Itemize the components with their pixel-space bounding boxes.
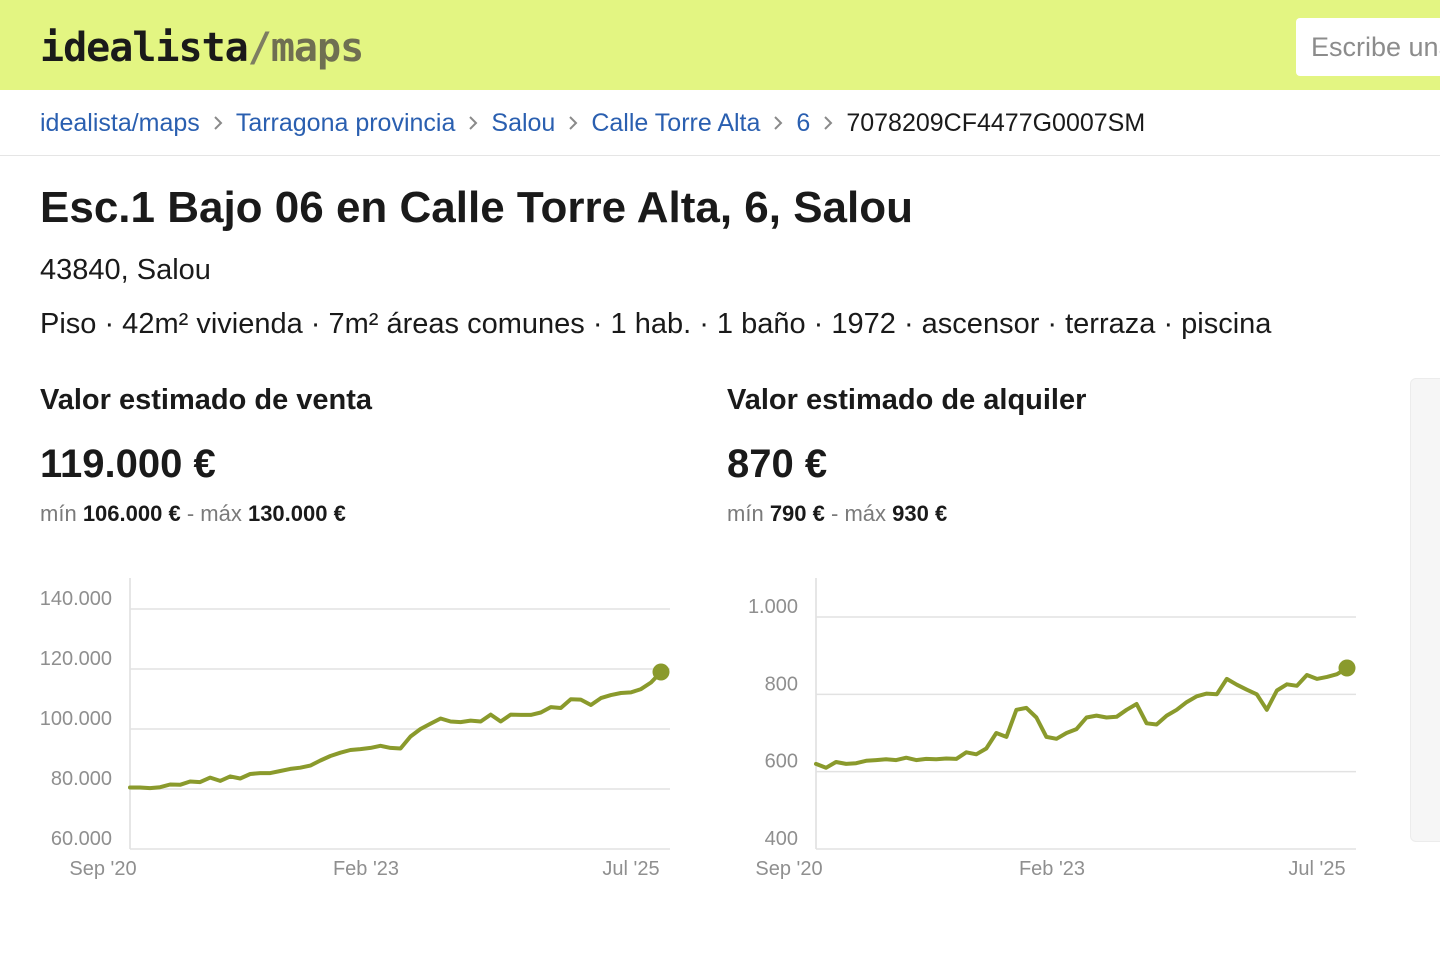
breadcrumb-current-cadastral-ref: 7078209CF4477G0007SM: [846, 108, 1146, 137]
property-address: 43840, Salou: [40, 254, 211, 286]
property-features: Piso · 42m² vivienda · 7m² áreas comunes…: [40, 308, 1272, 340]
rent-value-line: [814, 666, 1349, 770]
sale-x-tick-label: Feb '23: [333, 858, 399, 880]
sale-min-value: 106.000 €: [82, 501, 181, 526]
sale-y-tick-label: 60.000: [51, 828, 112, 850]
rent-x-tick-label: Jul '25: [1288, 858, 1345, 880]
logo-slash: /: [247, 25, 272, 71]
sale-price: 119.000 €: [40, 442, 216, 486]
side-panel: [1410, 378, 1440, 842]
chevron-right-icon: [555, 116, 591, 130]
rent-y-tick-label: 800: [765, 673, 798, 695]
sale-x-tick-label: Sep '20: [69, 858, 136, 880]
logo-product: maps: [270, 25, 364, 71]
breadcrumb-link-idealista-maps[interactable]: idealista/maps: [40, 109, 200, 138]
breadcrumb-link-number[interactable]: 6: [796, 109, 810, 138]
sale-y-tick-label: 140.000: [40, 588, 112, 610]
sale-range-dash: -: [186, 501, 195, 526]
rent-x-tick-label: Sep '20: [755, 858, 822, 880]
sale-range: mín 106.000 € - máx 130.000 €: [40, 499, 346, 529]
rent-min-label: mín: [727, 501, 764, 526]
rent-y-tick-label: 1.000: [748, 596, 798, 618]
sale-min-label: mín: [40, 501, 77, 526]
logo-brand: idealista: [40, 25, 249, 71]
sale-max-label: máx: [200, 501, 242, 526]
page-title: Esc.1 Bajo 06 en Calle Torre Alta, 6, Sa…: [40, 183, 913, 232]
sale-x-tick-label: Jul '25: [602, 858, 659, 880]
rent-x-tick-label: Feb '23: [1019, 858, 1085, 880]
rent-range: mín 790 € - máx 930 €: [727, 499, 947, 529]
rent-y-tick-label: 600: [765, 751, 798, 773]
sale-y-tick-label: 100.000: [40, 708, 112, 730]
rent-estimate-heading: Valor estimado de alquiler: [727, 384, 1087, 416]
rent-max-value: 930 €: [892, 501, 948, 526]
rent-range-dash: -: [831, 501, 839, 526]
sale-max-value: 130.000 €: [247, 501, 346, 526]
search-input[interactable]: [1296, 18, 1440, 76]
chevron-right-icon: [455, 116, 491, 130]
rent-current-value-point: [1338, 659, 1356, 677]
chevron-right-icon: [200, 116, 236, 130]
breadcrumb-link-province[interactable]: Tarragona provincia: [236, 109, 456, 138]
rent-price: 870 €: [727, 442, 828, 486]
rent-y-tick-label: 400: [765, 828, 798, 850]
rent-min-value: 790 €: [769, 501, 825, 526]
breadcrumb-link-town[interactable]: Salou: [491, 109, 555, 138]
breadcrumb: idealista/maps Tarragona provincia Salou…: [40, 106, 1145, 140]
chevron-right-icon: [810, 116, 846, 130]
sale-y-tick-label: 120.000: [40, 648, 112, 670]
chevron-right-icon: [760, 116, 796, 130]
idealista-maps-logo[interactable]: idealista/maps: [40, 24, 364, 72]
top-bar: idealista/maps: [0, 0, 1440, 90]
sale-value-line: [128, 670, 663, 791]
sale-y-tick-label: 80.000: [51, 768, 112, 790]
breadcrumb-link-street[interactable]: Calle Torre Alta: [591, 109, 760, 138]
header-divider: [0, 155, 1440, 156]
rent-max-label: máx: [844, 501, 887, 526]
sale-value-chart: 140.000 120.000 100.000 80.000 60.000 Sep '20…: [40, 578, 1356, 880]
sale-estimate-heading: Valor estimado de venta: [40, 384, 373, 416]
sale-current-value-point: [652, 663, 670, 681]
